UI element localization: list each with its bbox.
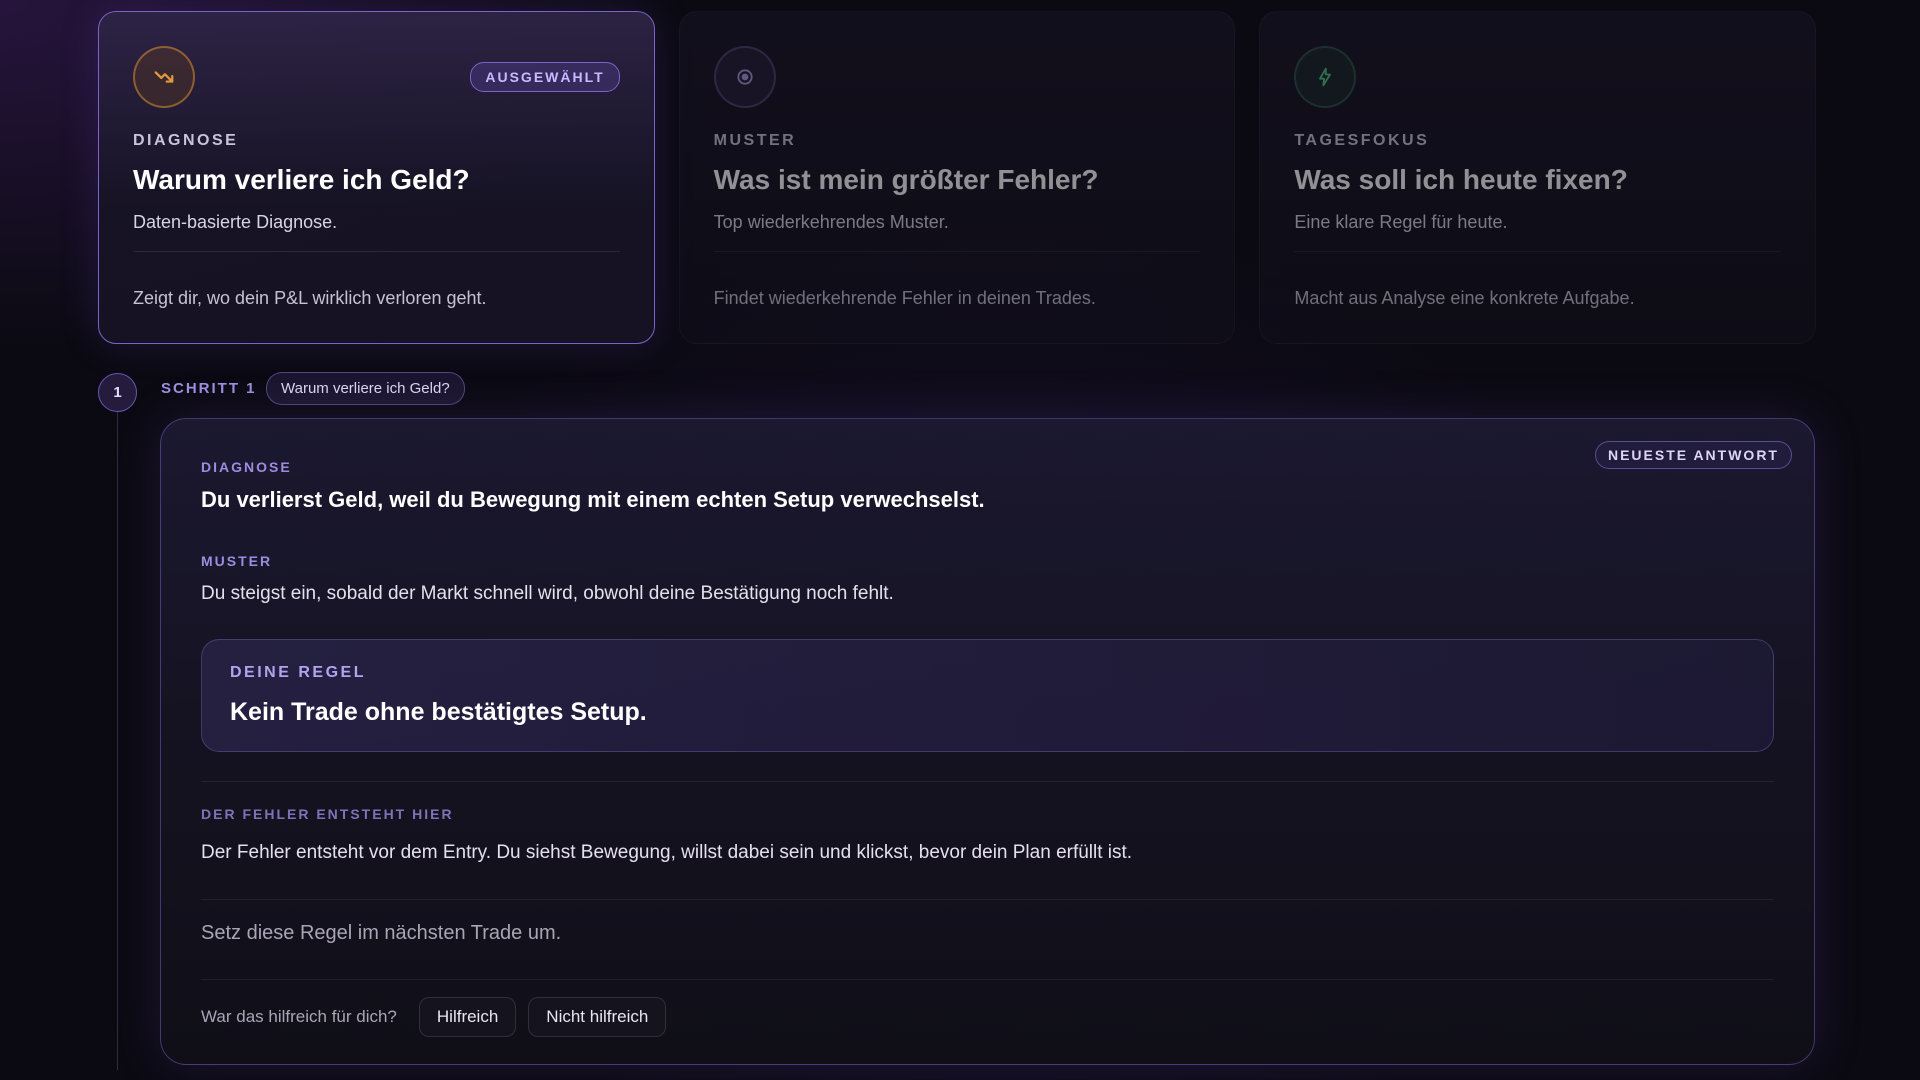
card-title: Was ist mein größter Fehler? [713,164,1099,195]
card-kicker: MUSTER [713,132,797,149]
trending-down-icon [133,46,195,108]
card-kicker: DIAGNOSE [133,132,239,149]
rule-kicker: DEINE REGEL [230,664,366,681]
card-divider [133,251,620,252]
card-diagnose[interactable]: AUSGEWÄHLT DIAGNOSE Warum verliere ich G… [98,11,655,344]
card-subtitle: Eine klare Regel für heute. [1294,212,1508,232]
card-kicker: TAGESFOKUS [1294,132,1430,149]
step-number: 1 [98,373,137,412]
newest-answer-badge: NEUESTE ANTWORT [1594,441,1792,469]
card-tagesfokus[interactable]: TAGESFOKUS Was soll ich heute fixen? Ein… [1259,11,1817,344]
answer-panel: NEUESTE ANTWORT DIAGNOSE Du verlierst Ge… [160,418,1815,1065]
divider [201,781,1774,782]
fehler-kicker: DER FEHLER ENTSTEHT HIER [201,806,454,822]
card-muster[interactable]: MUSTER Was ist mein größter Fehler? Top … [678,11,1236,344]
muster-kicker: MUSTER [201,553,273,569]
card-subtitle: Daten-basierte Diagnose. [133,212,338,232]
card-description: Macht aus Analyse eine konkrete Aufgabe. [1294,288,1635,308]
question-cards: AUSGEWÄHLT DIAGNOSE Warum verliere ich G… [98,11,1817,344]
fehler-text: Der Fehler entsteht vor dem Entry. Du si… [201,842,1133,863]
diagnose-kicker: DIAGNOSE [201,459,292,475]
rule-text: Kein Trade ohne bestätigtes Setup. [230,698,647,726]
lightning-icon [1294,46,1357,108]
card-title: Warum verliere ich Geld? [133,164,470,195]
rule-box: DEINE REGEL Kein Trade ohne bestätigtes … [201,639,1774,752]
card-description: Findet wiederkehrende Fehler in deinen T… [713,288,1096,308]
divider [201,979,1774,980]
divider [201,899,1774,900]
card-divider [1294,251,1782,252]
apply-rule-text: Setz diese Regel im nächsten Trade um. [201,922,562,944]
card-description: Zeigt dir, wo dein P&L wirklich verloren… [133,288,487,308]
diagnose-text: Du verlierst Geld, weil du Bewegung mit … [201,487,985,512]
card-divider [713,251,1201,252]
muster-text: Du steigst ein, sobald der Markt schnell… [201,583,894,604]
card-subtitle: Top wiederkehrendes Muster. [713,212,949,232]
feedback-question: War das hilfreich für dich? [201,1007,397,1026]
feedback-row: War das hilfreich für dich? Hilfreich Ni… [201,997,1774,1037]
helpful-button[interactable]: Hilfreich [418,997,517,1037]
step-label: SCHRITT 1 [161,380,257,397]
card-title: Was soll ich heute fixen? [1294,164,1628,195]
timeline-line [117,410,118,1070]
not-helpful-button[interactable]: Nicht hilfreich [528,997,667,1037]
target-icon [713,46,776,108]
selected-badge: AUSGEWÄHLT [470,62,620,92]
step-question-chip: Warum verliere ich Geld? [266,372,465,405]
